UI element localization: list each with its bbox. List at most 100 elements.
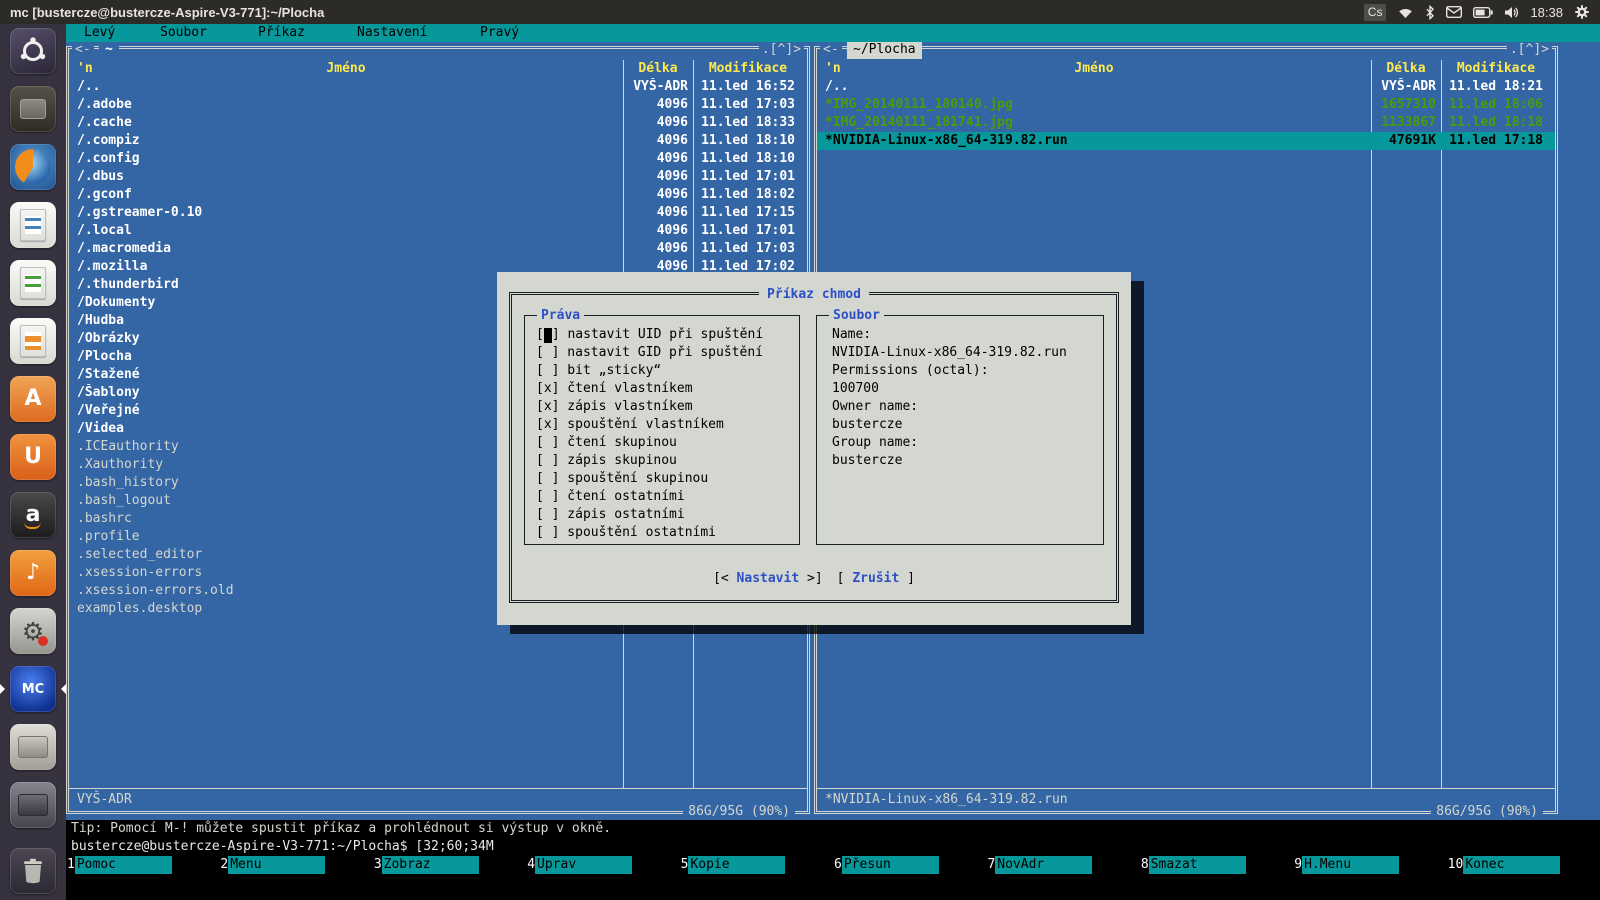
bluetooth-icon[interactable] [1425,5,1435,20]
mc-menubar: Levý Soubor Příkaz Nastavení Pravý [66,24,1600,42]
launcher-libreoffice-impress[interactable] [10,318,56,364]
launcher-libreoffice-writer[interactable] [10,202,56,248]
panel-history-back[interactable]: <- [820,41,842,59]
fkey-8[interactable]: 8Smazat [1140,856,1293,874]
column-header-name[interactable]: Jméno [817,60,1371,78]
file-row[interactable]: /.config409611.led 18:10 [69,150,807,168]
file-row[interactable]: /.local409611.led 17:01 [69,222,807,240]
menu-item-options[interactable]: Nastavení [357,24,427,42]
chmod-checkbox-list: [ ] nastavit UID při spuštění[ ] nastavi… [536,326,793,540]
chmod-checkbox[interactable]: [ ] zápis skupinou [536,452,793,470]
file-date: 11.led 18:10 [693,132,803,150]
column-header-size[interactable]: Délka [1371,60,1441,78]
fkey-label: Kopie [688,856,785,874]
launcher-volume[interactable] [10,782,56,828]
mail-icon[interactable] [1446,6,1462,18]
session-gear-icon[interactable] [1574,4,1590,20]
launcher-disks[interactable] [10,724,56,770]
column-header-name[interactable]: Jméno [69,60,623,78]
fkey-3[interactable]: 3Zobraz [373,856,526,874]
file-row[interactable]: /..VYŠ-ADR11.led 16:52 [69,78,807,96]
free-space: 86G/95G (90%) [1431,803,1543,821]
file-date: 11.led 18:21 [1441,78,1551,96]
launcher-dash[interactable] [10,28,56,74]
keyboard-layout-indicator[interactable]: Cs [1364,4,1387,21]
launcher-software-center[interactable]: A [10,376,56,422]
panel-path[interactable]: ~ [99,41,119,59]
chmod-checkbox[interactable]: [x] čtení vlastníkem [536,380,793,398]
chmod-checkbox[interactable]: [ ] čtení ostatními [536,488,793,506]
file-size: 47691K [1371,132,1441,150]
file-row[interactable]: /.compiz409611.led 18:10 [69,132,807,150]
launcher-ubuntu-one[interactable]: U [10,434,56,480]
file-size: 4096 [623,222,693,240]
file-row[interactable]: /.cache409611.led 18:33 [69,114,807,132]
fkey-2[interactable]: 2Menu [219,856,372,874]
launcher-trash[interactable] [10,848,56,894]
chmod-checkbox[interactable]: [ ] bit „sticky“ [536,362,793,380]
zrusit-button[interactable]: [ Zrušit ] [837,571,915,586]
function-key-bar: 1Pomoc2Menu3Zobraz4Uprav5Kopie6Přesun7No… [66,856,1600,874]
file-box-label: Soubor [829,307,884,325]
chmod-checkbox[interactable]: [ ] spouštění ostatními [536,524,793,542]
chmod-checkbox[interactable]: [ ] nastavit GID při spuštění [536,344,793,362]
mini-status: VYŠ-ADR [77,791,132,809]
chmod-checkbox[interactable]: [ ] čtení skupinou [536,434,793,452]
fkey-1[interactable]: 1Pomoc [66,856,219,874]
fkey-9[interactable]: 9H.Menu [1293,856,1446,874]
menu-item-command[interactable]: Příkaz [258,24,305,42]
menu-item-file[interactable]: Soubor [160,24,207,42]
file-name: /.adobe [69,96,623,114]
fkey-4[interactable]: 4Uprav [526,856,679,874]
launcher-system-settings[interactable]: ⚙ [10,608,56,654]
launcher-music[interactable]: ♪ [10,550,56,596]
column-header-date[interactable]: Modifikace [1441,60,1551,78]
file-row[interactable]: *IMG_20140111_181741.jpg113386711.led 18… [817,114,1555,132]
chmod-checkbox[interactable]: [x] spouštění vlastníkem [536,416,793,434]
launcher-midnight-commander[interactable]: MC [10,666,56,712]
nastavit-button[interactable]: [< Nastavit >] [713,571,823,586]
file-row[interactable]: /.gstreamer-0.10409611.led 17:15 [69,204,807,222]
dialog-buttons: [< Nastavit >] [ Zrušit ] [509,571,1119,586]
chmod-checkbox[interactable]: [ ] spouštění skupinou [536,470,793,488]
panel-history-back[interactable]: <- [72,41,94,59]
panel-corner-buttons[interactable]: .[^]> [1507,41,1552,59]
clock[interactable]: 18:38 [1530,5,1563,20]
chmod-checkbox[interactable]: [ ] zápis ostatními [536,506,793,524]
menu-item-right[interactable]: Pravý [480,24,519,42]
chmod-dialog: Příkaz chmod Práva [ ] nastavit UID při … [497,272,1131,625]
chmod-checkbox[interactable]: [x] zápis vlastníkem [536,398,793,416]
launcher-amazon[interactable]: a [10,492,56,538]
file-row[interactable]: *NVIDIA-Linux-x86_64-319.82.run47691K11.… [817,132,1555,150]
fkey-5[interactable]: 5Kopie [680,856,833,874]
column-header-date[interactable]: Modifikace [693,60,803,78]
file-row[interactable]: /.macromedia409611.led 17:03 [69,240,807,258]
fkey-10[interactable]: 10Konec [1447,856,1600,874]
launcher-firefox[interactable] [10,144,56,190]
fkey-number: 1 [66,856,75,874]
fkey-6[interactable]: 6Přesun [833,856,986,874]
fkey-7[interactable]: 7NovAdr [986,856,1139,874]
file-size: 4096 [623,240,693,258]
launcher-files[interactable] [10,86,56,132]
panel-path[interactable]: ~/Plocha [847,41,922,59]
file-row[interactable]: /.gconf409611.led 18:02 [69,186,807,204]
file-row[interactable]: /.dbus409611.led 17:01 [69,168,807,186]
panel-corner-buttons[interactable]: .[^]> [759,41,804,59]
command-line[interactable]: bustercze@bustercze-Aspire-V3-771:~/Ploc… [66,838,1600,856]
wifi-icon[interactable] [1397,6,1414,19]
file-info-label: Group name: [832,434,1097,452]
file-info-value: bustercze [832,416,1097,434]
file-row[interactable]: *IMG_20140111_180140.jpg165731011.led 18… [817,96,1555,114]
indicator-area: Cs 18:38 [1364,4,1590,21]
file-info-label: Permissions (octal): [832,362,1097,380]
volume-icon[interactable] [1504,6,1519,19]
chmod-checkbox[interactable]: [ ] nastavit UID při spuštění [536,326,793,344]
file-row[interactable]: /..VYŠ-ADR11.led 18:21 [817,78,1555,96]
battery-icon[interactable] [1473,7,1493,18]
launcher-libreoffice-calc[interactable] [10,260,56,306]
menu-item-left[interactable]: Levý [84,24,115,42]
column-header-size[interactable]: Délka [623,60,693,78]
file-row[interactable]: /.adobe409611.led 17:03 [69,96,807,114]
file-date: 11.led 18:18 [1441,114,1551,132]
